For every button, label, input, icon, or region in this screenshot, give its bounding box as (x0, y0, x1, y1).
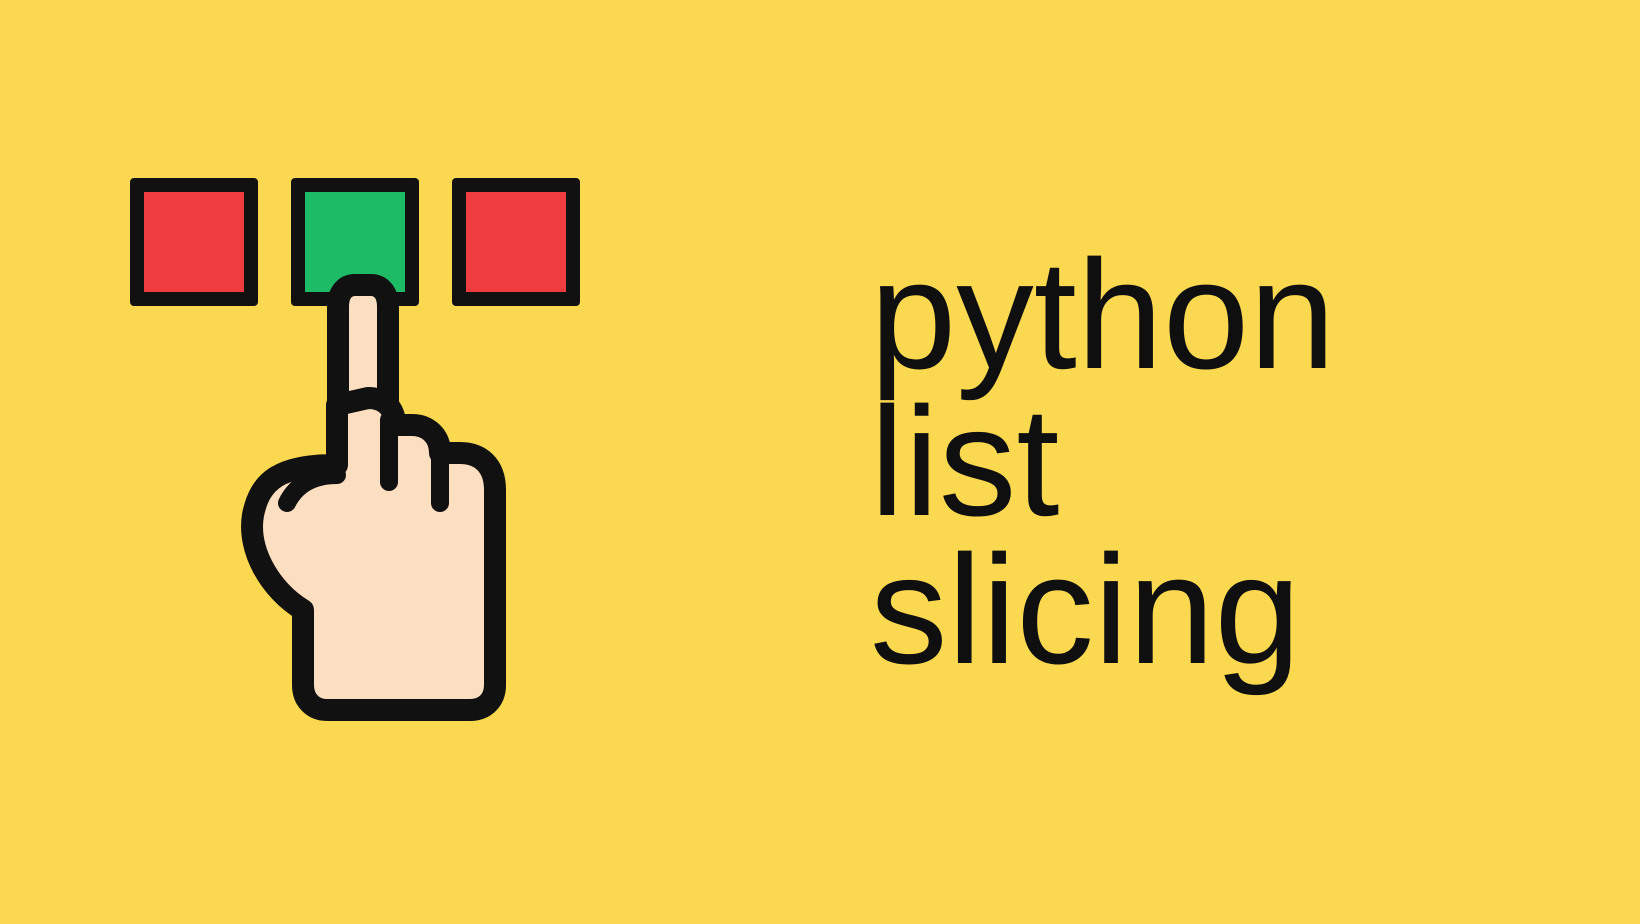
title-line-3: slicing (870, 536, 1640, 683)
title-line-2: list (870, 388, 1640, 535)
title-line-1: python (870, 241, 1640, 388)
illustration-panel (0, 0, 820, 924)
pointing-hand-icon (225, 265, 535, 730)
text-panel: python list slicing (820, 0, 1640, 924)
